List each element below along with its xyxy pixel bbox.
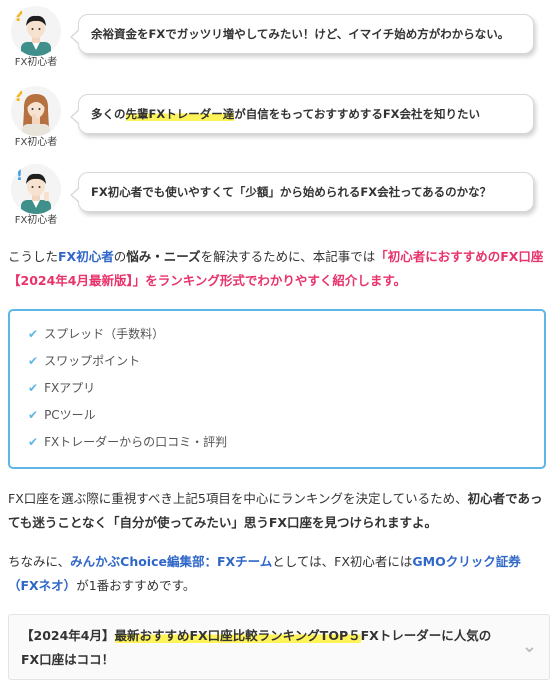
list-item: ✔ FXアプリ xyxy=(28,375,544,402)
bubble-text: 余裕資金をFXでガッツリ増やしてみたい！けど、イマイチ始め方がわからない。 xyxy=(91,27,510,41)
check-icon: ✔ xyxy=(28,435,39,449)
dialog-row: ? FX初心者 多くの先輩FXトレーダー達が自信をもっておすすめするFX会社を知… xyxy=(6,86,554,152)
avatar-name: FX初心者 xyxy=(14,215,58,226)
list-item-label: スワップポイント xyxy=(44,354,141,368)
avatar-image: ? xyxy=(11,6,61,56)
paragraph-text: FX口座を選ぶ際に重視すべき上記5項目を中心にランキングを決定しているため、 xyxy=(8,491,468,506)
avatar-image: ! xyxy=(11,164,61,214)
check-icon: ✔ xyxy=(28,354,39,368)
list-item: ✔ PCツール xyxy=(28,402,544,429)
intro-text: の xyxy=(113,249,127,264)
recommendation-paragraph: ちなみに、みんかぶChoice編集部：FXチームとしては、FX初心者にはGMOク… xyxy=(8,550,550,598)
check-icon: ✔ xyxy=(28,408,39,422)
bubble-text: FX初心者でも使いやすくて「少額」から始められるFX会社ってあるのかな？ xyxy=(91,185,492,199)
intro-paragraph: こうしたFX初心者の悩み・ニーズを解決するために、本記事では「初心者におすすめの… xyxy=(8,245,550,293)
intro-text: を解決するために、本記事では xyxy=(200,249,376,264)
dialog-row: ! FX初心者 FX初心者でも使いやすくて「少額」から始められるFX会社ってある… xyxy=(6,164,554,238)
list-item: ✔ スワップポイント xyxy=(28,348,544,375)
avatar: ? FX初心者 xyxy=(6,6,66,69)
list-item-label: PCツール xyxy=(44,408,96,422)
list-item: ✔ FXトレーダーからの口コミ・評判 xyxy=(28,429,544,456)
dialog-row: ? FX初心者 余裕資金をFXでガッツリ増やしてみたい！けど、イマイチ始め方がわ… xyxy=(6,6,554,76)
bubble-text: が自信をもっておすすめするFX会社を知りたい xyxy=(234,107,481,121)
avatar: ? FX初心者 xyxy=(6,86,66,149)
avatar-image: ? xyxy=(11,86,61,136)
question-mark-icon: ? xyxy=(14,6,24,25)
toc-highlight: 最新おすすめFX口座比較ランキングTOP５ xyxy=(114,628,361,643)
avatar-name: FX初心者 xyxy=(14,57,58,68)
paragraph-text: としては、FX初心者には xyxy=(272,554,413,569)
ranking-paragraph: FX口座を選ぶ際に重視すべき上記5項目を中心にランキングを決定しているため、初心… xyxy=(8,487,550,535)
check-icon: ✔ xyxy=(28,381,39,395)
intro-keyword: FX初心者 xyxy=(58,249,114,264)
speech-bubble: 多くの先輩FXトレーダー達が自信をもっておすすめするFX会社を知りたい xyxy=(70,94,534,134)
speech-bubble: FX初心者でも使いやすくて「少額」から始められるFX会社ってあるのかな？ xyxy=(70,172,534,212)
check-icon: ✔ xyxy=(28,327,39,341)
avatar: ! FX初心者 xyxy=(6,164,66,227)
avatar-name: FX初心者 xyxy=(14,137,58,148)
question-mark-icon: ? xyxy=(14,86,24,105)
ranking-toc-toggle[interactable]: 【2024年4月】最新おすすめFX口座比較ランキングTOP５FXトレーダーに人気… xyxy=(8,614,550,680)
paragraph-text: が1番おすすめです。 xyxy=(76,578,196,593)
list-item-label: スプレッド（手数料） xyxy=(44,327,165,341)
paragraph-text: ちなみに、 xyxy=(8,554,71,569)
bubble-text-highlight: 先輩FXトレーダー達 xyxy=(125,107,235,121)
list-item: ✔ スプレッド（手数料） xyxy=(28,321,544,348)
criteria-checklist: ✔ スプレッド（手数料） ✔ スワップポイント ✔ FXアプリ ✔ PCツール ✔ FXト… xyxy=(8,309,546,469)
list-item-label: FXアプリ xyxy=(44,381,96,395)
chevron-down-icon[interactable]: ⌄ xyxy=(522,635,537,659)
toc-prefix: 【2024年4月】 xyxy=(21,628,115,643)
bubble-text: 多くの xyxy=(91,107,126,121)
intro-text: こうした xyxy=(8,249,59,264)
list-item-label: FXトレーダーからの口コミ・評判 xyxy=(44,435,228,449)
speech-bubble: 余裕資金をFXでガッツリ増やしてみたい！けど、イマイチ始め方がわからない。 xyxy=(70,14,534,54)
intro-keyword: 悩み・ニーズ xyxy=(126,249,201,264)
exclamation-icon: ! xyxy=(16,166,23,184)
editor-team-link[interactable]: みんかぶChoice編集部：FXチーム xyxy=(70,554,272,569)
